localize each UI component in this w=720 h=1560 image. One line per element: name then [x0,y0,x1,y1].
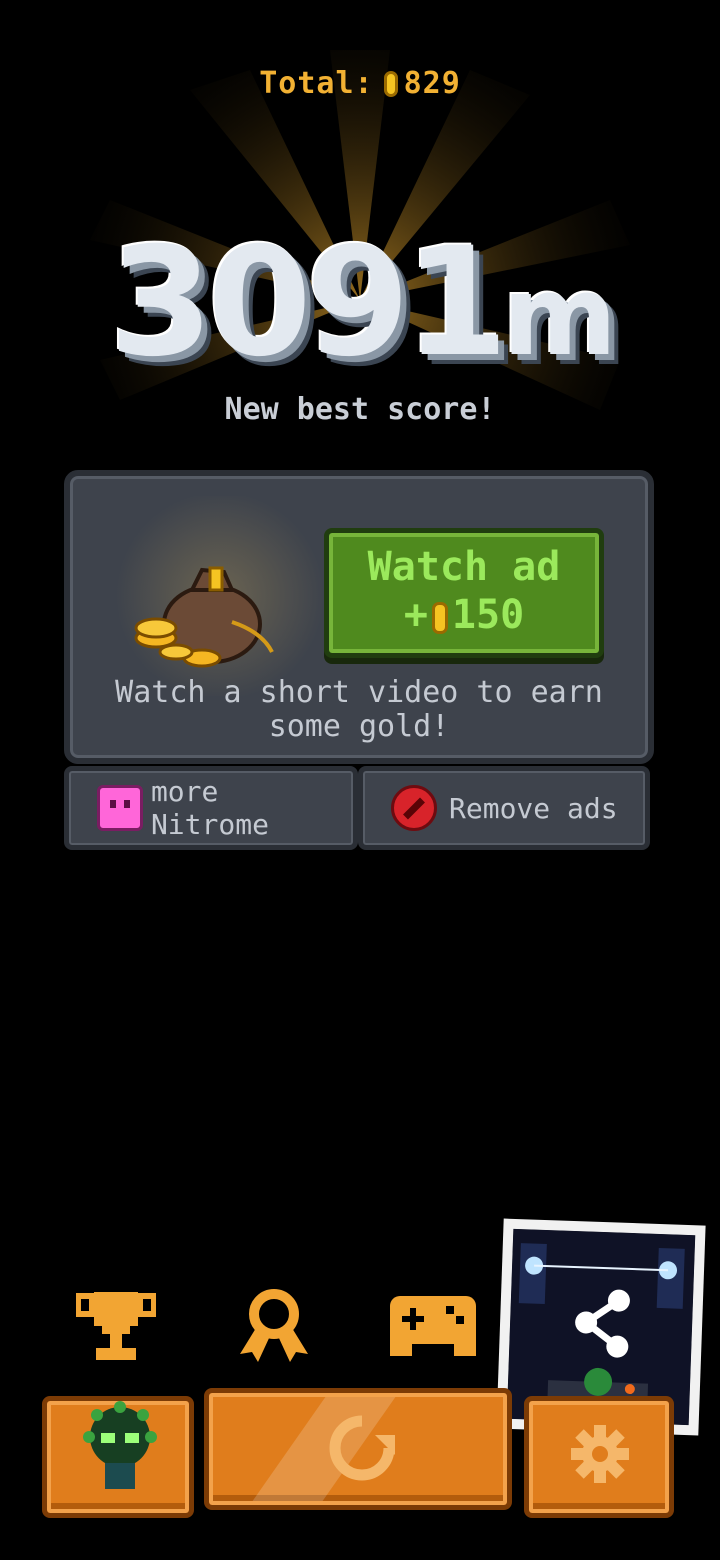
watch-ad-amount: 150 [451,592,525,638]
character-icon [83,1401,157,1489]
restart-icon [329,1415,395,1481]
reward-description-line1: Watch a short video to earn [115,675,603,710]
gamepad-icon[interactable] [386,1292,480,1358]
best-score-label: New best score! [224,392,496,427]
watch-ad-plus: + [403,592,428,638]
reward-description-line2: some gold! [268,709,450,744]
remove-ads-button[interactable]: Remove ads [358,766,650,850]
watch-ad-label: Watch ad [367,544,561,590]
total-label: Total: [259,66,374,101]
no-ads-icon [391,785,437,831]
remove-ads-label: Remove ads [449,791,618,825]
gold-bag-icon [134,566,274,668]
total-gold: Total: 829 [0,66,720,101]
total-value: 829 [403,66,461,101]
watch-ad-button[interactable]: Watch ad +150 [324,528,604,658]
character-select-button[interactable] [42,1396,194,1518]
watch-ad-reward: +150 [329,595,599,635]
score-unit: m [502,252,617,380]
nitrome-icon [97,785,143,831]
achievement-ribbon-icon[interactable] [236,1288,312,1364]
trophy-icon[interactable] [76,1290,156,1362]
score-value: 3091 [108,216,508,390]
more-nitrome-button[interactable]: more Nitrome [64,766,358,850]
reward-description: Watch a short video to earn some gold! [70,676,648,744]
share-icon[interactable] [571,1287,633,1359]
settings-button[interactable] [524,1396,674,1518]
gear-icon [571,1425,629,1483]
coin-icon [383,71,398,97]
coin-icon [431,602,448,634]
distance-score: 3091m [0,228,720,391]
restart-button[interactable] [204,1388,512,1510]
reward-panel: Watch ad +150 Watch a short video to ear… [64,470,654,764]
more-nitrome-label: more Nitrome [150,775,269,841]
